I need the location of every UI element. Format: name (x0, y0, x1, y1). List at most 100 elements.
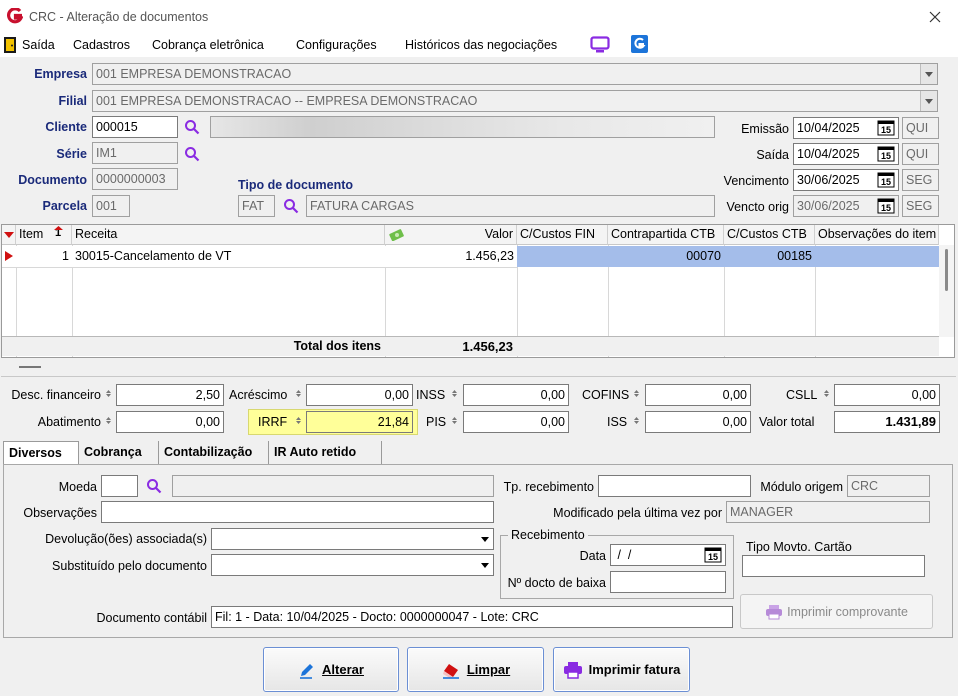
col-ccfin-header[interactable]: C/Custos FIN (517, 225, 608, 245)
observacoes-input[interactable] (101, 501, 494, 523)
current-row-icon (5, 251, 13, 261)
filial-dropdown-icon[interactable] (920, 91, 937, 111)
modificado-input: MANAGER (726, 501, 930, 523)
iss-input[interactable]: 0,00 (645, 411, 751, 433)
row-obs (815, 246, 939, 267)
tab-ir-auto-retido[interactable]: IR Auto retido (269, 441, 382, 465)
col-contrapartida-header[interactable]: Contrapartida CTB (608, 225, 724, 245)
desc-financeiro-label: Desc. financeiro (11, 388, 101, 402)
emissao-date-value: 10/04/2025 (797, 121, 860, 135)
parcela-input: 001 (92, 195, 130, 217)
irrf-input[interactable]: 21,84 (306, 411, 413, 433)
vencto-orig-calendar-icon: 15 (877, 198, 895, 214)
saida-calendar-icon[interactable]: 15 (877, 146, 896, 162)
moeda-input[interactable] (101, 475, 138, 497)
vencimento-date-value: 30/06/2025 (797, 173, 860, 187)
devolucao-dropdown-icon[interactable] (476, 529, 493, 549)
imprimir-fatura-button[interactable]: Imprimir fatura (553, 647, 690, 692)
svg-text:15: 15 (881, 125, 891, 135)
inss-spin-icon (452, 390, 457, 397)
substituido-select[interactable] (211, 554, 494, 576)
title-bar: CRC - Alteração de documentos (0, 0, 958, 33)
moeda-search-icon[interactable] (146, 478, 162, 494)
recebimento-data-value: / / (614, 548, 632, 562)
abatimento-spin-icon (106, 417, 111, 424)
row-ccctb: 00185 (724, 246, 815, 267)
irrf-label: IRRF (258, 415, 288, 429)
modulo-origem-input: CRC (847, 475, 930, 497)
grid-scroll-thumb[interactable] (945, 249, 948, 291)
vencimento-calendar-icon[interactable]: 15 (877, 172, 896, 188)
filial-value: 001 EMPRESA DEMONSTRACAO -- EMPRESA DEMO… (96, 94, 478, 108)
monitor-icon[interactable] (590, 36, 610, 54)
row-receita: 30015-Cancelamento de VT (72, 246, 385, 267)
grid-scrollbar[interactable] (939, 245, 954, 337)
tp-recebimento-input[interactable] (598, 475, 751, 497)
recebimento-calendar-icon[interactable]: 15 (704, 547, 723, 563)
menu-saida[interactable]: Saída (22, 36, 55, 54)
moeda-descricao-field (172, 475, 494, 497)
recebimento-docto-input[interactable] (610, 571, 726, 593)
tipo-codigo-input[interactable]: FAT (238, 195, 275, 217)
col-receita-header[interactable]: Receita (72, 225, 385, 245)
abatimento-label: Abatimento (37, 415, 101, 429)
cliente-name-field (210, 116, 715, 138)
pis-input[interactable]: 0,00 (463, 411, 569, 433)
cofins-input[interactable]: 0,00 (645, 384, 751, 406)
close-icon[interactable] (929, 11, 941, 23)
devolucao-label: Devolução(ões) associada(s) (45, 532, 207, 546)
emissao-label: Emissão (741, 122, 789, 136)
vencto-orig-label: Vencto orig (726, 200, 789, 214)
svg-text:15: 15 (881, 151, 891, 161)
alterar-button[interactable]: Alterar (263, 647, 399, 692)
cliente-input[interactable]: 000015 (92, 116, 178, 138)
col-obs-header[interactable]: Observações do item (815, 225, 939, 245)
menu-cobranca-eletronica[interactable]: Cobrança eletrônica (152, 36, 264, 54)
doc-contabil-label: Documento contábil (96, 611, 207, 625)
grid-resize-handle[interactable] (19, 366, 41, 368)
observacoes-label: Observações (23, 506, 97, 520)
limpar-button[interactable]: Limpar (407, 647, 544, 692)
menu-historicos[interactable]: Históricos das negociações (405, 36, 557, 54)
empresa-dropdown-icon[interactable] (920, 64, 937, 84)
total-itens-label: Total dos itens (293, 339, 381, 353)
exit-door-icon[interactable] (4, 37, 16, 53)
desc-financeiro-input[interactable]: 2,50 (116, 384, 224, 406)
filial-select[interactable]: 001 EMPRESA DEMONSTRACAO -- EMPRESA DEMO… (92, 90, 938, 112)
imprimir-comprovante-button[interactable]: Imprimir comprovante (740, 594, 933, 629)
irrf-spin-icon (296, 417, 301, 424)
substituido-dropdown-icon[interactable] (476, 555, 493, 575)
eraser-icon (442, 663, 459, 679)
col-valor-header[interactable]: Valor (385, 225, 517, 245)
tab-cobranca[interactable]: Cobrança (79, 441, 159, 465)
saida-date-value: 10/04/2025 (797, 147, 860, 161)
tipo-movto-cartao-input[interactable] (742, 555, 925, 577)
emissao-day: QUI (902, 117, 939, 139)
tab-diversos[interactable]: Diversos (3, 441, 79, 466)
menu-configuracoes[interactable]: Configurações (296, 36, 377, 54)
recebimento-data-label: Data (579, 549, 606, 563)
cliente-search-icon[interactable] (184, 119, 200, 135)
filial-label: Filial (58, 94, 87, 108)
empresa-select[interactable]: 001 EMPRESA DEMONSTRACAO (92, 63, 938, 85)
tipo-search-icon[interactable] (283, 198, 299, 214)
col-ccctb-header[interactable]: C/Custos CTB (724, 225, 815, 245)
app-g-icon[interactable] (631, 35, 648, 53)
serie-input[interactable]: IM1 (92, 142, 178, 164)
row-contrapartida: 00070 (608, 246, 724, 267)
emissao-calendar-icon[interactable]: 15 (877, 120, 896, 136)
devolucao-select[interactable] (211, 528, 494, 550)
inss-input[interactable]: 0,00 (463, 384, 569, 406)
acrescimo-input[interactable]: 0,00 (306, 384, 413, 406)
csll-input[interactable]: 0,00 (834, 384, 940, 406)
serie-search-icon[interactable] (184, 146, 200, 162)
abatimento-input[interactable]: 0,00 (116, 411, 224, 433)
tab-contabilizacao[interactable]: Contabilização (159, 441, 269, 465)
menu-cadastros[interactable]: Cadastros (73, 36, 130, 54)
items-grid[interactable]: Item 1 Receita Valor C/Custos FIN Contra… (1, 224, 955, 358)
col-item-header[interactable]: Item 1 (16, 225, 72, 245)
vencimento-label: Vencimento (723, 174, 789, 188)
row-item: 1 (16, 246, 72, 267)
acrescimo-spin-icon (296, 390, 301, 397)
tipo-movto-cartao-label: Tipo Movto. Cartão (746, 540, 852, 554)
